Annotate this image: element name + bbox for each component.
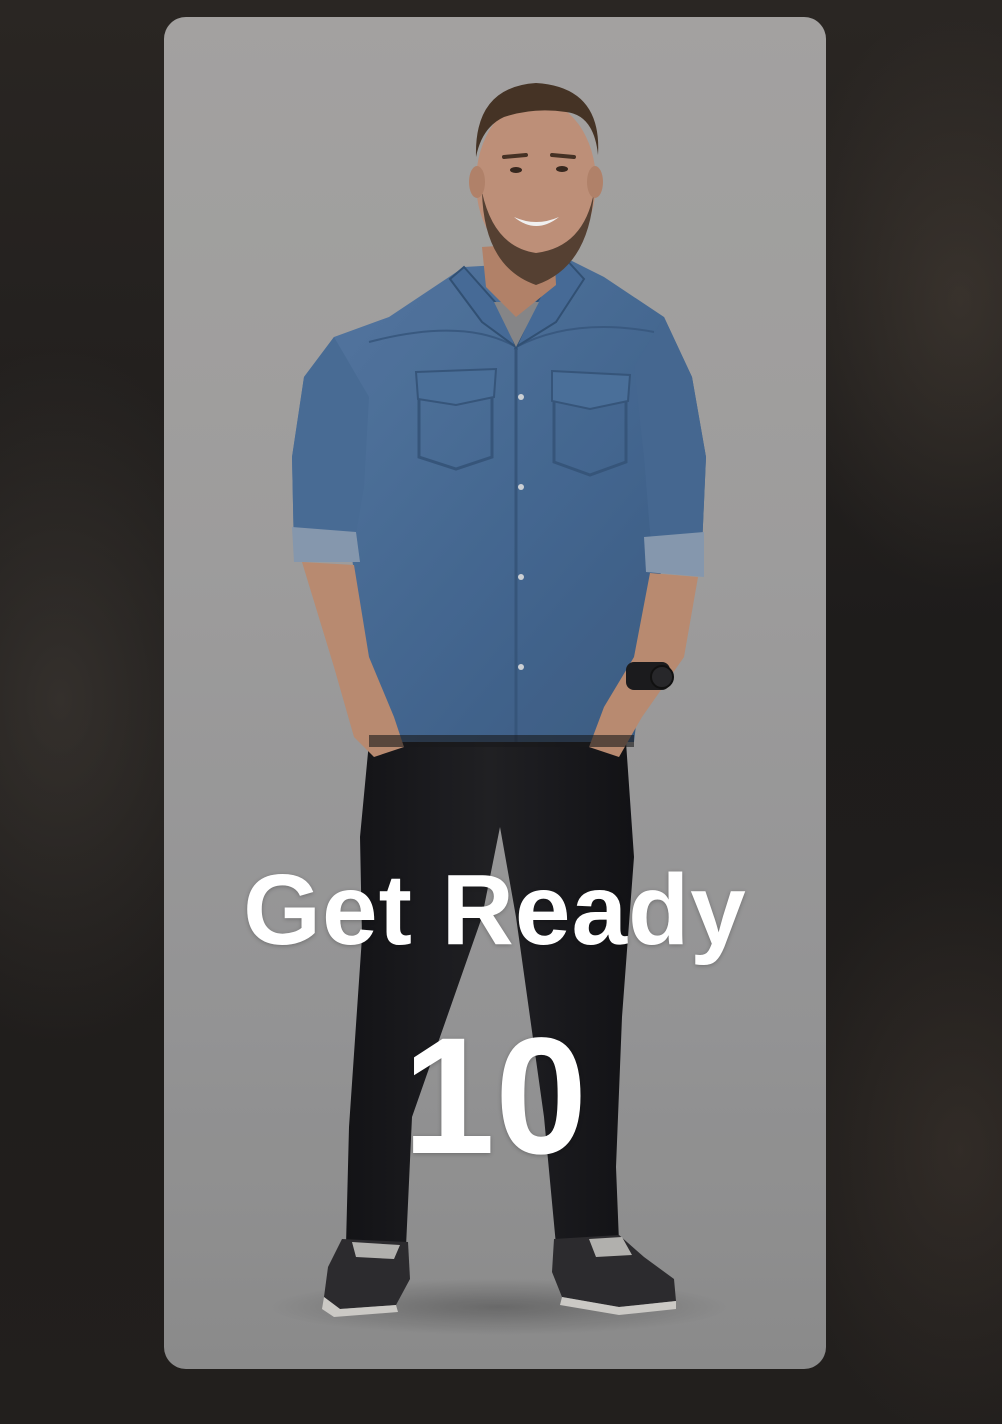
get-ready-title: Get Ready	[243, 854, 747, 966]
get-ready-screen: Get Ready 10	[0, 0, 1002, 1424]
countdown-number: 10	[402, 1004, 588, 1189]
preview-card: Get Ready 10	[164, 17, 826, 1369]
